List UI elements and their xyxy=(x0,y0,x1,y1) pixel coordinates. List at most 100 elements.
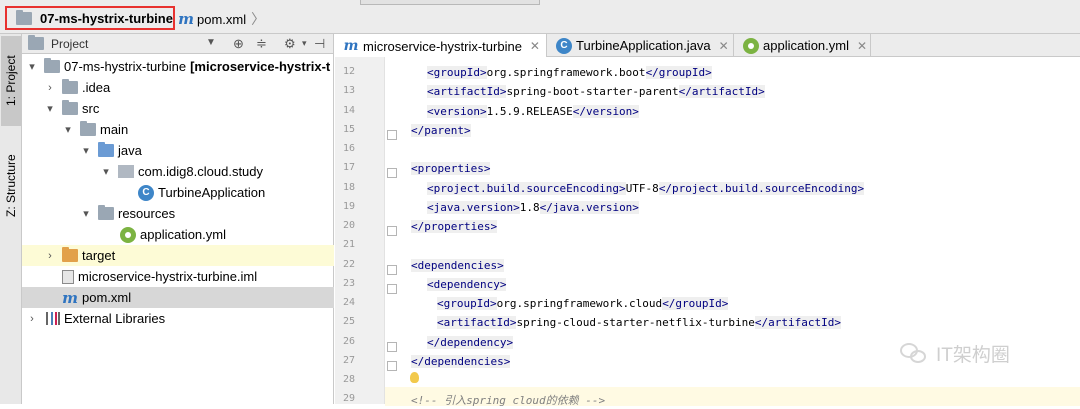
fold-end-icon[interactable] xyxy=(387,130,397,140)
lightbulb-icon[interactable] xyxy=(410,372,419,383)
code-line: <project.build.sourceEncoding> UTF-8 </pro… xyxy=(427,182,865,195)
editor-gutter: 12 13 14 15 16 17 18 19 20 21 22 23 24 2… xyxy=(335,57,385,404)
code-line: </parent> xyxy=(411,124,471,137)
tree-item-package[interactable]: ▾ com.idig8.cloud.study xyxy=(22,161,334,182)
chevron-right-icon[interactable]: › xyxy=(26,313,38,325)
project-panel: Project ▼ ⊕ ≑ ⚙ ▾ ⊣ ▾ 07-ms-hystrix-turb… xyxy=(22,34,334,404)
structure-tool-tab[interactable]: Z: Structure xyxy=(1,128,21,244)
line-number: 18 xyxy=(342,182,355,193)
chevron-right-icon[interactable]: › xyxy=(44,250,56,262)
resources-folder-icon xyxy=(98,205,114,220)
fold-start-icon[interactable] xyxy=(387,168,397,178)
chevron-right-icon: 〉 xyxy=(251,11,266,27)
watermark-text: IT架构圈 xyxy=(936,345,1010,366)
tree-item-main[interactable]: ▾ main xyxy=(22,119,334,140)
tree-item-project-root[interactable]: ▾ 07-ms-hystrix-turbine [microservice-hy… xyxy=(22,56,334,77)
code-line: <java.version> 1.8 </java.version> xyxy=(427,201,639,214)
line-number: 13 xyxy=(342,85,355,96)
tab-label: TurbineApplication.java xyxy=(576,38,711,53)
structure-tool-tab-label: Z: Structure xyxy=(4,154,18,218)
code-line: <properties> xyxy=(411,162,491,175)
gear-dropdown-icon[interactable]: ▾ xyxy=(302,38,307,49)
code-line: </dependencies> xyxy=(411,355,511,368)
watermark: IT架构圈 xyxy=(900,340,1010,367)
tree-item-label: pom.xml xyxy=(82,290,132,305)
line-number: 26 xyxy=(342,336,355,347)
line-number: 20 xyxy=(342,220,355,231)
tree-item-label: java xyxy=(118,143,142,158)
line-number: 15 xyxy=(342,124,355,135)
line-number: 12 xyxy=(342,66,355,77)
tab-turbine-application[interactable]: C TurbineApplication.java ✕ xyxy=(548,34,734,57)
breadcrumb-project-label: 07-ms-hystrix-turbine xyxy=(40,10,173,26)
tree-item-resources[interactable]: ▾ resources xyxy=(22,203,334,224)
navigation-bar: 07-ms-hystrix-turbine m pom.xml 〉 xyxy=(0,0,1080,34)
line-number: 17 xyxy=(342,162,355,173)
project-tool-tab[interactable]: 1: Project xyxy=(1,36,21,126)
tree-item-idea[interactable]: › .idea xyxy=(22,77,334,98)
fold-start-icon[interactable] xyxy=(387,284,397,294)
line-number: 27 xyxy=(342,355,355,366)
chevron-down-icon[interactable]: ▾ xyxy=(80,144,92,157)
tree-item-application-yml[interactable]: application.yml xyxy=(22,224,334,245)
fold-end-icon[interactable] xyxy=(387,361,397,371)
tool-window-strip: 1: Project Z: Structure xyxy=(0,34,22,404)
tab-label: microservice-hystrix-turbine xyxy=(363,38,522,54)
code-line: <dependencies> xyxy=(411,259,504,272)
chevron-down-icon[interactable]: ▾ xyxy=(80,207,92,220)
collapse-all-icon[interactable]: ≑ xyxy=(256,36,267,52)
line-number: 14 xyxy=(342,105,355,116)
close-icon[interactable]: ✕ xyxy=(857,39,867,53)
line-number: 22 xyxy=(342,259,355,270)
line-number: 25 xyxy=(342,316,355,327)
maven-icon: m xyxy=(62,288,78,307)
fold-end-icon[interactable] xyxy=(387,226,397,236)
project-view-icon xyxy=(28,35,44,50)
tree-item-turbine-application[interactable]: C TurbineApplication xyxy=(22,182,334,203)
toolbar-fragment xyxy=(360,0,540,5)
spring-yml-icon xyxy=(743,37,759,54)
hide-panel-icon[interactable]: ⊣ xyxy=(314,36,325,52)
scroll-from-source-icon[interactable]: ⊕ xyxy=(233,36,244,52)
chevron-down-icon[interactable]: ▾ xyxy=(44,102,56,115)
tree-item-iml-file[interactable]: microservice-hystrix-turbine.iml xyxy=(22,266,334,287)
source-folder-icon xyxy=(98,142,114,157)
gear-icon[interactable]: ⚙ xyxy=(284,36,296,52)
line-number: 21 xyxy=(342,239,355,250)
editor-tabs: m microservice-hystrix-turbine ✕ C Turbi… xyxy=(335,34,1080,58)
tree-item-label: microservice-hystrix-turbine.iml xyxy=(78,269,258,284)
line-number: 28 xyxy=(342,374,355,385)
project-panel-header: Project ▼ ⊕ ≑ ⚙ ▾ ⊣ xyxy=(22,34,333,54)
tab-pom-xml[interactable]: m microservice-hystrix-turbine ✕ xyxy=(335,34,547,58)
view-dropdown-icon[interactable]: ▼ xyxy=(206,37,216,48)
chevron-right-icon[interactable]: › xyxy=(44,82,56,94)
close-icon[interactable]: ✕ xyxy=(719,39,729,53)
tree-item-pom[interactable]: m pom.xml xyxy=(22,287,334,308)
spring-yml-icon xyxy=(120,226,136,243)
libraries-icon xyxy=(46,312,60,325)
breadcrumb-file-label: pom.xml xyxy=(197,11,247,27)
code-line: <groupId> org.springframework.boot </group… xyxy=(427,66,712,79)
breadcrumb-file[interactable]: m pom.xml 〉 xyxy=(178,8,265,30)
tree-item-label: main xyxy=(100,122,129,137)
chevron-down-icon[interactable]: ▾ xyxy=(62,123,74,136)
fold-start-icon[interactable] xyxy=(387,265,397,275)
close-icon[interactable]: ✕ xyxy=(530,39,540,53)
tree-item-label: target xyxy=(82,248,116,263)
tab-application-yml[interactable]: application.yml ✕ xyxy=(735,34,871,57)
tree-item-src[interactable]: ▾ src xyxy=(22,98,334,119)
fold-end-icon[interactable] xyxy=(387,342,397,352)
tree-item-target[interactable]: › target xyxy=(22,245,334,266)
tree-item-external-libraries[interactable]: › External Libraries xyxy=(22,308,334,329)
code-line: <!-- 引入spring cloud的依赖 --> xyxy=(411,393,606,407)
folder-icon xyxy=(62,79,78,94)
tree-item-label: TurbineApplication xyxy=(158,185,266,200)
code-line: </dependency> xyxy=(427,336,514,349)
code-line: </properties> xyxy=(411,220,498,233)
code-line: <version> 1.5.9.RELEASE </version> xyxy=(427,105,639,118)
breadcrumb-project[interactable]: 07-ms-hystrix-turbine xyxy=(5,6,175,30)
tree-item-java[interactable]: ▾ java xyxy=(22,140,334,161)
chevron-down-icon[interactable]: ▾ xyxy=(26,60,38,73)
module-folder-icon xyxy=(16,9,32,25)
chevron-down-icon[interactable]: ▾ xyxy=(100,165,112,178)
